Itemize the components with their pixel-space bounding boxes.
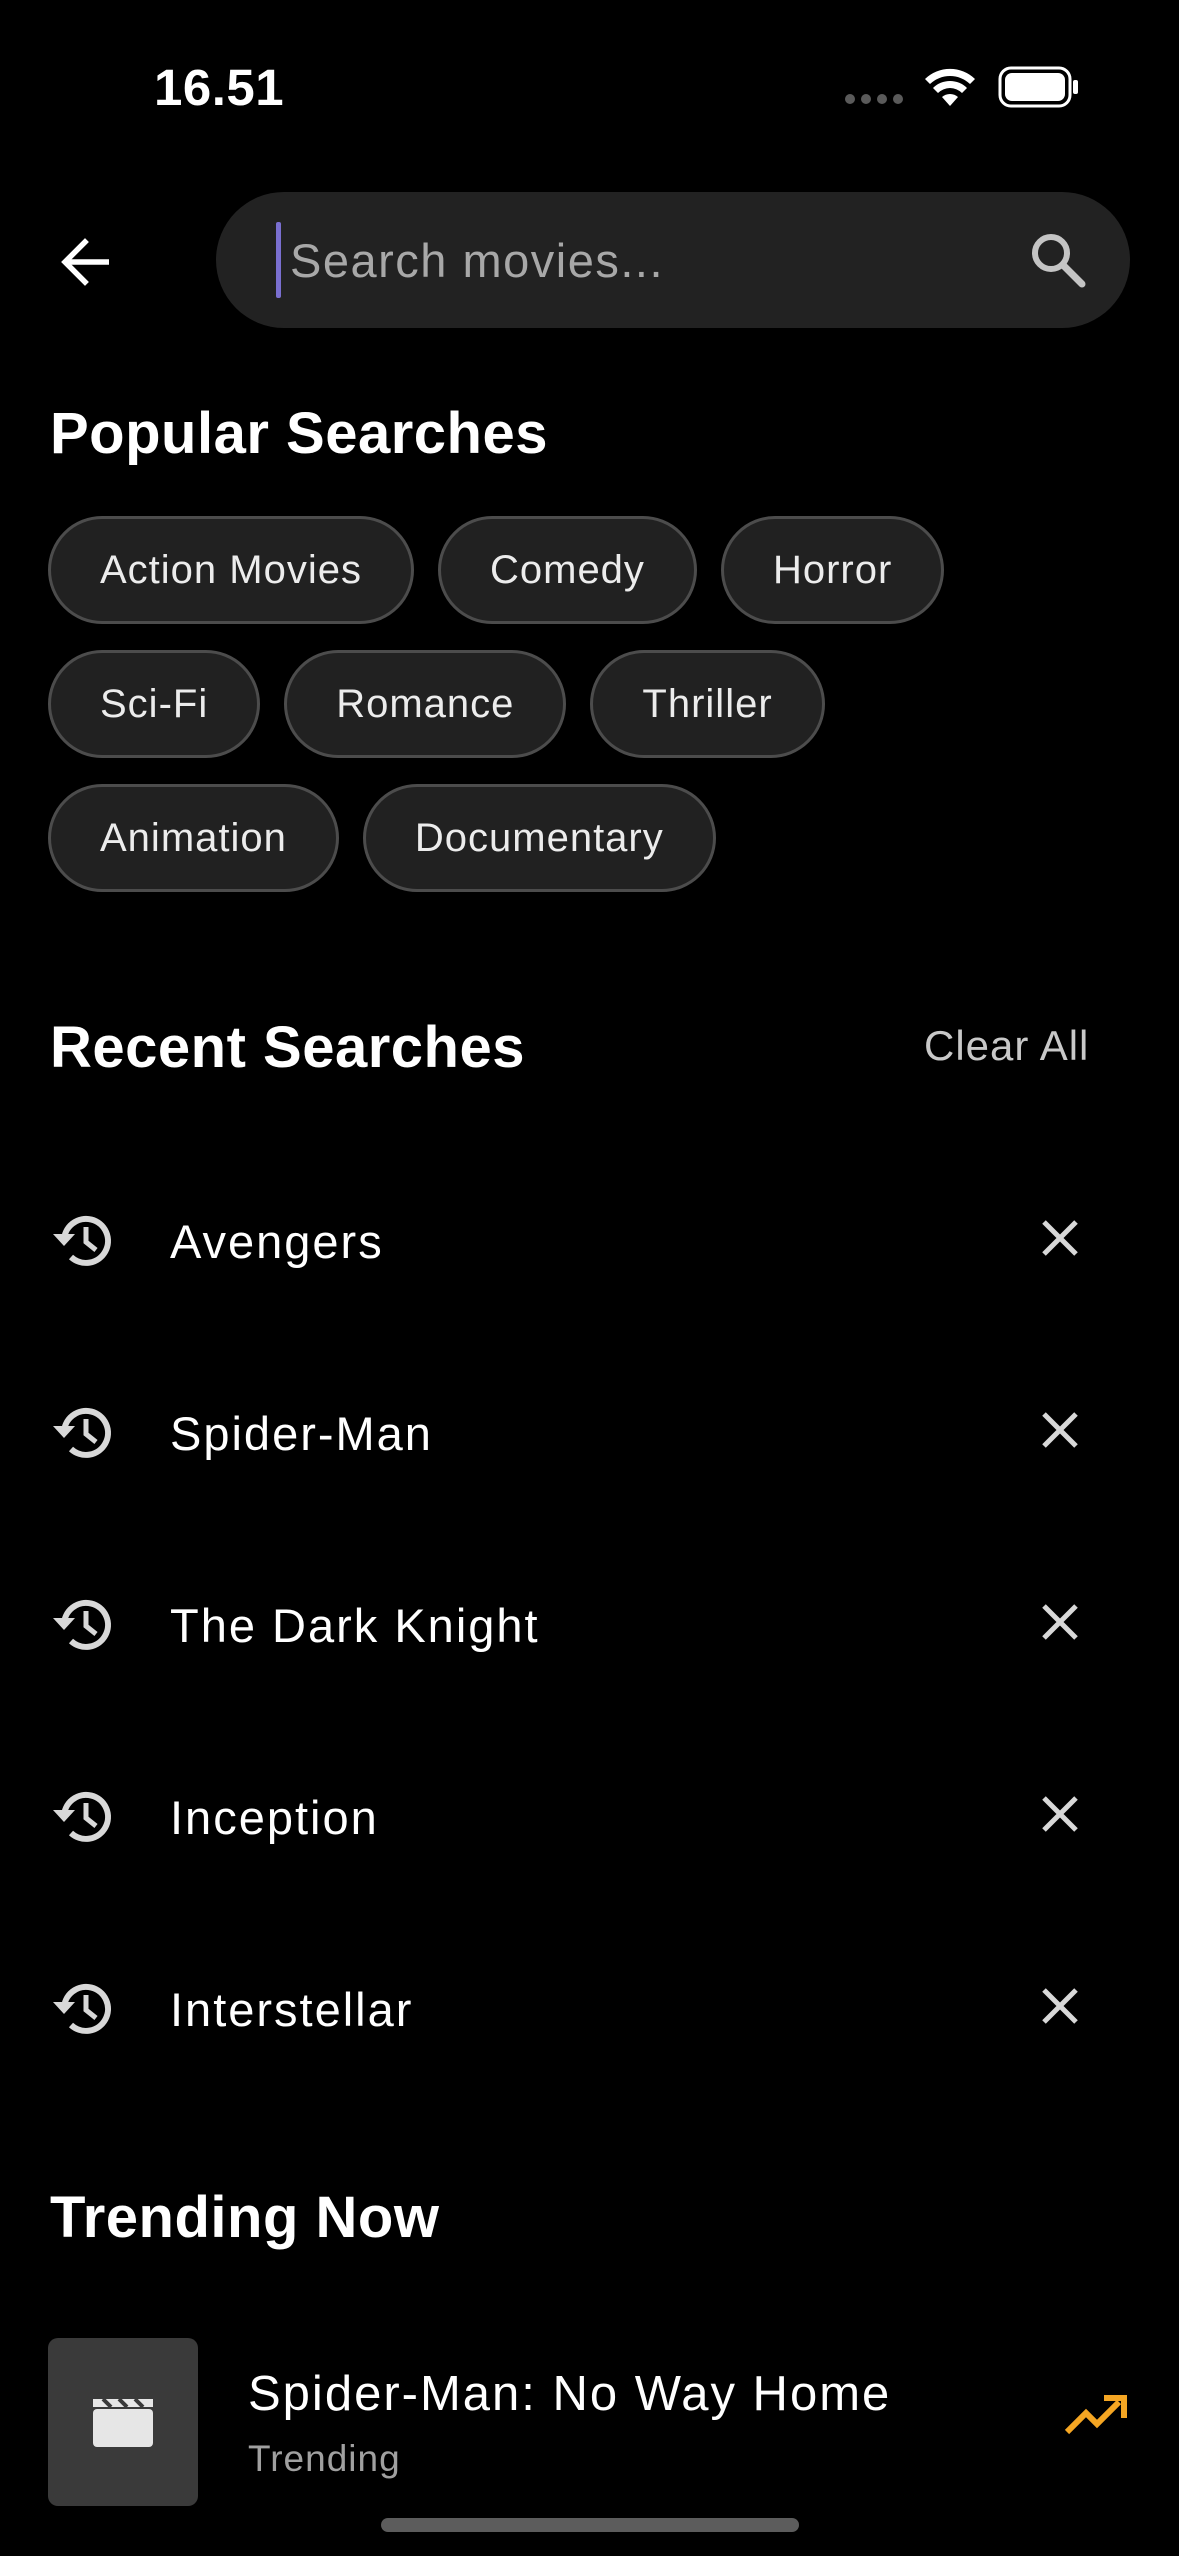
chip-action-movies[interactable]: Action Movies xyxy=(48,516,414,624)
close-icon xyxy=(1042,1220,1078,1256)
remove-recent-button[interactable] xyxy=(1030,1976,1090,2036)
recent-item-avengers[interactable]: Avengers xyxy=(0,1148,1179,1340)
trending-item-subtitle: Trending xyxy=(248,2438,401,2479)
battery-icon xyxy=(998,66,1078,108)
trending-item-title: Spider-Man: No Way Home xyxy=(248,2367,892,2421)
wifi-icon xyxy=(925,68,975,106)
remove-recent-button[interactable] xyxy=(1030,1784,1090,1844)
chip-comedy[interactable]: Comedy xyxy=(437,516,697,624)
search-input[interactable] xyxy=(276,220,990,300)
recent-searches-list: Avengers Spider-Man The Dark Knight Ince… xyxy=(0,1148,1179,2108)
trending-item[interactable]: Spider-Man: No Way Home Trending xyxy=(48,2338,1148,2506)
recent-item-label: Spider-Man xyxy=(170,1407,433,1460)
trending-now-title: Trending Now xyxy=(50,2185,440,2250)
clear-all-button[interactable]: Clear All xyxy=(924,1022,1089,1070)
history-icon xyxy=(53,1599,111,1650)
poster-placeholder xyxy=(48,2338,198,2506)
chip-horror[interactable]: Horror xyxy=(720,516,945,624)
remove-recent-button[interactable] xyxy=(1030,1400,1090,1460)
popular-searches-title: Popular Searches xyxy=(50,401,548,466)
recent-item-the-dark-knight[interactable]: The Dark Knight xyxy=(0,1532,1179,1724)
close-icon xyxy=(1042,1796,1078,1832)
search-icon[interactable] xyxy=(1028,230,1088,290)
history-icon xyxy=(53,1791,111,1842)
chip-documentary[interactable]: Documentary xyxy=(362,784,716,892)
recent-item-label: Inception xyxy=(170,1791,379,1844)
popular-chips: Action Movies Comedy Horror Sci-Fi Roman… xyxy=(48,516,1148,918)
status-time: 16.51 xyxy=(154,59,285,116)
chip-sci-fi[interactable]: Sci-Fi xyxy=(48,650,261,758)
remove-recent-button[interactable] xyxy=(1030,1592,1090,1652)
history-icon xyxy=(53,1215,111,1266)
close-icon xyxy=(1042,1604,1078,1640)
chip-animation[interactable]: Animation xyxy=(48,784,339,892)
chip-thriller[interactable]: Thriller xyxy=(590,650,825,758)
movie-clapper-icon xyxy=(93,2397,153,2447)
trending-up-icon xyxy=(1064,2395,1127,2435)
search-header xyxy=(0,192,1179,330)
remove-recent-button[interactable] xyxy=(1030,1208,1090,1268)
signal-dots-icon xyxy=(845,94,903,104)
close-icon xyxy=(1042,1988,1078,2024)
recent-item-label: Avengers xyxy=(170,1215,384,1268)
recent-item-interstellar[interactable]: Interstellar xyxy=(0,1916,1179,2108)
close-icon xyxy=(1042,1412,1078,1448)
back-button[interactable] xyxy=(40,222,130,302)
arrow-left-icon xyxy=(61,238,109,286)
search-bar xyxy=(216,192,1130,328)
recent-searches-title: Recent Searches xyxy=(50,1015,525,1080)
history-icon xyxy=(53,1407,111,1458)
home-indicator xyxy=(381,2518,799,2532)
history-icon xyxy=(53,1983,111,2034)
status-bar: 16.51 xyxy=(0,0,1179,170)
chip-romance[interactable]: Romance xyxy=(284,650,567,758)
recent-item-inception[interactable]: Inception xyxy=(0,1724,1179,1916)
recent-item-label: The Dark Knight xyxy=(170,1599,540,1652)
recent-item-label: Interstellar xyxy=(170,1983,414,2036)
recent-item-spider-man[interactable]: Spider-Man xyxy=(0,1340,1179,1532)
